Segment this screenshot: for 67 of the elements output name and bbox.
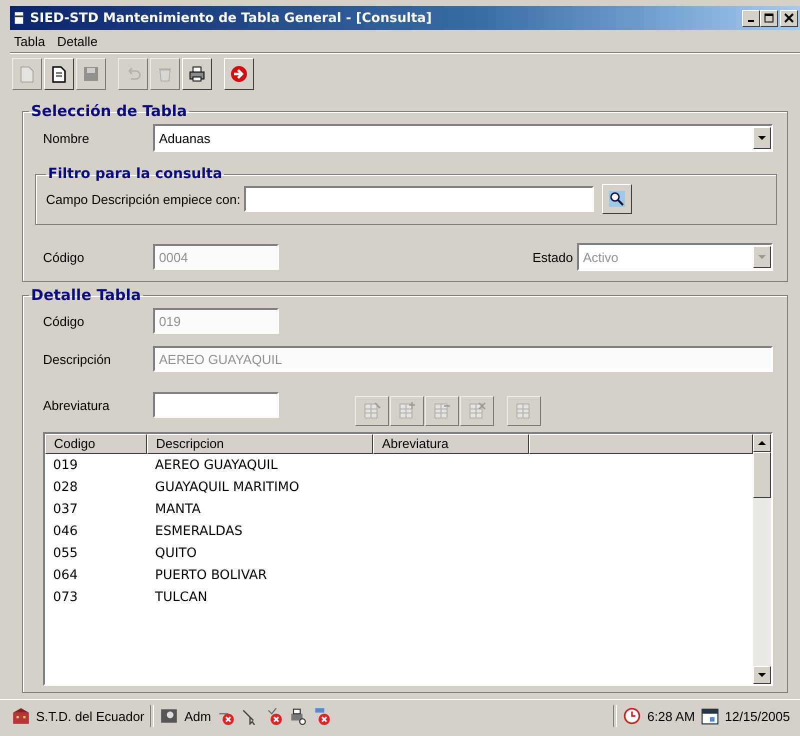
printer-icon xyxy=(289,707,308,725)
field-label: Abreviatura xyxy=(43,398,110,412)
field-label: Código xyxy=(43,250,86,264)
grid-row-icon xyxy=(362,401,382,421)
user-name: Adm xyxy=(184,708,212,724)
user-icon xyxy=(160,707,178,725)
table-cell-text: 064 xyxy=(52,568,79,582)
exit-icon xyxy=(229,64,249,84)
menu-item[interactable]: Tabla xyxy=(10,34,50,48)
error-badge-icon xyxy=(265,707,284,725)
scrollbar-thumb[interactable] xyxy=(753,452,771,498)
grid-row-icon xyxy=(432,401,452,421)
calendar-icon xyxy=(700,707,719,725)
search-button[interactable] xyxy=(602,184,632,214)
grid-delete-icon xyxy=(467,401,487,421)
column-header[interactable]: Abreviatura xyxy=(373,434,529,454)
table-cell-text: PUERTO BOLIVAR xyxy=(154,568,267,582)
scroll-up-icon xyxy=(758,440,766,446)
printer-icon xyxy=(187,64,207,84)
table-cell-text: 019 xyxy=(52,458,79,472)
table-cell-text: TULCAN xyxy=(154,590,208,604)
date: 12/15/2005 xyxy=(724,708,790,724)
table-cell-text: MANTA xyxy=(154,502,201,516)
minimize-icon xyxy=(748,20,754,22)
table-cell-text: AEREO GUAYAQUIL xyxy=(154,458,278,472)
scrollbar[interactable] xyxy=(753,434,771,684)
grid-row-icon xyxy=(397,401,417,421)
maximize-button[interactable] xyxy=(760,10,778,26)
table-cell-text: GUAYAQUIL MARITIMO xyxy=(154,480,300,494)
scroll-down-icon xyxy=(758,672,766,678)
toolbar-button[interactable] xyxy=(224,58,254,90)
column-header[interactable]: Codigo xyxy=(45,434,147,454)
building-icon xyxy=(12,707,30,725)
clock-icon xyxy=(623,707,642,725)
abbreviation-field[interactable] xyxy=(153,392,279,418)
table-cell-text: 037 xyxy=(52,502,79,516)
minimize-button[interactable] xyxy=(742,10,760,26)
table-cell-text: 046 xyxy=(52,524,79,538)
search-icon xyxy=(607,189,628,209)
group-title: Detalle Tabla xyxy=(30,286,142,304)
maximize-icon xyxy=(764,13,774,23)
table-cell-text: 028 xyxy=(52,480,79,494)
clock-time: 6:28 AM xyxy=(647,708,695,724)
menu-item[interactable]: Detalle xyxy=(53,34,102,48)
dropdown-arrow-icon xyxy=(758,136,766,140)
table-cell-text: ESMERALDAS xyxy=(154,524,242,538)
field-label: Nombre xyxy=(43,130,90,146)
close-icon xyxy=(784,13,794,23)
table-cell-text: 073 xyxy=(52,590,79,604)
group-title: Filtro para la consulta xyxy=(47,166,224,182)
window-title: SIED-STD Mantenimiento de Tabla General - [Consulta] xyxy=(30,10,433,26)
table-cell-text: QUITO xyxy=(154,546,197,560)
close-button[interactable] xyxy=(780,10,798,26)
error-badge-icon xyxy=(313,707,332,725)
table-cell-text: 055 xyxy=(52,546,79,560)
dropdown-arrow-icon xyxy=(758,254,766,260)
filter-field[interactable] xyxy=(244,186,594,212)
field-label: Campo Descripción empiece con: xyxy=(46,192,240,206)
toolbar-button[interactable] xyxy=(44,58,74,90)
toolbar-button[interactable] xyxy=(182,58,212,90)
field-label: Código xyxy=(43,314,86,328)
group-title: Selección de Tabla xyxy=(30,102,188,120)
column-header[interactable]: Descripcion xyxy=(147,434,373,454)
field-label: Descripción xyxy=(43,352,112,366)
app-icon xyxy=(14,11,24,25)
company-name: S.T.D. del Ecuador xyxy=(36,708,144,724)
field-label: Estado xyxy=(532,250,573,264)
